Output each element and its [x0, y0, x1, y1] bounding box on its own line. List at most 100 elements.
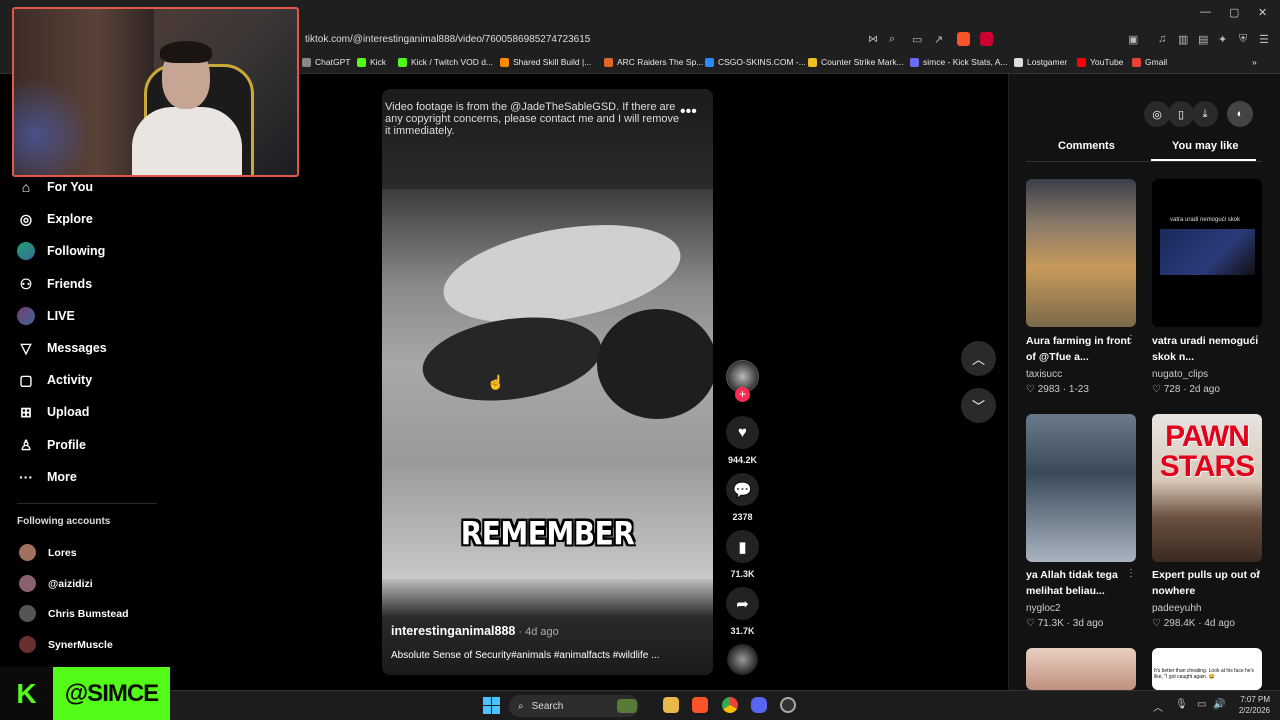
cast-icon[interactable]: ▭ [912, 33, 922, 46]
video-description[interactable]: Absolute Sense of Security#animals #anim… [391, 650, 659, 661]
video-author[interactable]: interestinganimal888 · 4d ago [391, 624, 559, 638]
bookmark-arc-raiders[interactable]: ARC Raiders The Sp... [604, 57, 703, 67]
following-account[interactable]: Lores [19, 544, 77, 561]
video-more-icon[interactable]: ••• [680, 103, 697, 121]
wallet-2-icon[interactable]: ▤ [1198, 33, 1208, 46]
obs-icon[interactable] [780, 697, 796, 713]
maximize-icon[interactable]: ▢ [1229, 6, 1239, 19]
bookmark-counter-strike[interactable]: Counter Strike Mark... [808, 57, 904, 67]
following-account[interactable]: SynerMuscle [19, 636, 113, 653]
bookmark-skill-build[interactable]: Shared Skill Build |... [500, 57, 591, 67]
card-title[interactable]: Aura farming in front of @Tfue a... [1026, 333, 1136, 365]
tab-you-may-like[interactable]: You may like [1172, 140, 1238, 152]
tray-overflow-icon[interactable]: ︿ [1153, 699, 1163, 714]
system-clock[interactable]: 7:07 PM 2/2/2026 [1239, 694, 1270, 716]
file-explorer-icon[interactable] [663, 697, 679, 713]
sidebar-item-explore[interactable]: ◎ Explore [17, 210, 93, 228]
tab-comments[interactable]: Comments [1058, 140, 1115, 152]
messages-icon: ▽ [20, 339, 32, 356]
sidebar-item-for-you[interactable]: ⌂ For You [17, 178, 93, 196]
webcam-light [14, 69, 84, 175]
close-icon[interactable]: ✕ [1258, 6, 1267, 19]
download-icon[interactable]: ⤓ [1192, 101, 1218, 127]
next-video-button[interactable]: ﹀ [961, 388, 996, 423]
bookmark-lostgamer[interactable]: Lostgamer [1014, 57, 1067, 67]
wallet-icon[interactable]: ▣ [1128, 33, 1138, 46]
webcam-overlay [12, 7, 299, 177]
brave-shield-icon[interactable] [957, 32, 970, 46]
translate-icon[interactable]: ⋈ [868, 34, 878, 45]
sidebar-item-following[interactable]: Following [17, 242, 105, 260]
compass-tool-icon[interactable]: ◎ [1144, 101, 1170, 127]
bookmark-chatgpt[interactable]: ChatGPT [302, 57, 350, 67]
bookmark-simce-kick-stats[interactable]: simce - Kick Stats, A... [910, 57, 1008, 67]
following-account[interactable]: @aizidizi [19, 575, 93, 592]
brave-browser-icon[interactable] [692, 697, 708, 713]
sidebar-item-more[interactable]: ··· More [17, 468, 77, 486]
video-thumbnail[interactable] [1026, 414, 1136, 562]
like-count: 944.2K [727, 455, 758, 465]
windows-start-icon[interactable] [483, 697, 500, 714]
card-user[interactable]: nygloc2 [1026, 603, 1060, 614]
microphone-icon[interactable]: 🎙 [1175, 699, 1188, 710]
card-more-icon[interactable]: ⋮ [1126, 334, 1136, 345]
card-user[interactable]: padeeyuhh [1152, 603, 1202, 614]
card-more-icon[interactable]: ⋮ [1126, 568, 1136, 579]
sidebar-item-upload[interactable]: ⊞ Upload [17, 403, 89, 421]
brave-rewards-icon[interactable] [980, 32, 993, 46]
card-title[interactable]: Expert pulls up out of nowhere [1152, 567, 1262, 599]
like-action[interactable]: ♥ 944.2K [726, 416, 759, 465]
video-player[interactable]: Video footage is from the @JadeTheSableG… [382, 89, 713, 675]
network-icon[interactable]: ▭ [1197, 699, 1206, 710]
bookmark-gmail[interactable]: Gmail [1132, 57, 1167, 67]
url-text[interactable]: tiktok.com/@interestinganimal888/video/7… [305, 34, 590, 45]
share-action[interactable]: ➦ 31.7K [726, 587, 759, 636]
sidebar-item-friends[interactable]: ⚇ Friends [17, 275, 92, 293]
card-more-icon[interactable]: ⋮ [1252, 568, 1262, 579]
discord-icon[interactable] [751, 697, 767, 713]
video-thumbnail[interactable]: It's better than cheating. Look at his f… [1152, 648, 1262, 690]
comment-icon[interactable]: 💬 [726, 473, 759, 506]
vpn-icon[interactable]: ⛨ [1239, 33, 1247, 46]
save-action[interactable]: ▮ 71.3K [726, 530, 759, 579]
video-thumbnail[interactable]: PAWN STARS [1152, 414, 1262, 562]
share-arrow-icon[interactable]: ➦ [726, 587, 759, 620]
user-avatar[interactable]: ◐ [1227, 101, 1253, 127]
heart-icon[interactable]: ♥ [726, 416, 759, 449]
sidebar-item-activity[interactable]: ▢ Activity [17, 371, 92, 389]
card-more-icon[interactable]: ⋮ [1252, 334, 1262, 345]
sidebar-item-messages[interactable]: ▽ Messages [17, 339, 107, 357]
zoom-icon[interactable]: ⌕ [889, 33, 895, 46]
sidebar-item-profile[interactable]: ♙ Profile [17, 436, 86, 454]
bookmark-youtube[interactable]: YouTube [1077, 57, 1123, 67]
share-icon[interactable]: ↗ [934, 33, 943, 46]
phone-tool-icon[interactable]: ▯ [1168, 101, 1194, 127]
menu-icon[interactable]: ☰ [1259, 33, 1269, 46]
minimize-icon[interactable]: — [1200, 6, 1211, 18]
bookmark-csgo-skins[interactable]: CSGO-SKINS.COM -... [705, 57, 806, 67]
music-disc-icon[interactable] [727, 644, 758, 675]
extensions-icon[interactable]: ✦ [1218, 33, 1227, 46]
volume-icon[interactable]: 🔊 [1213, 699, 1225, 710]
taskbar-search[interactable]: ⌕ Search [509, 695, 639, 717]
sidebar-item-live[interactable]: LIVE [17, 307, 75, 325]
comment-action[interactable]: 💬 2378 [726, 473, 759, 522]
bookmark-icon[interactable]: ▮ [726, 530, 759, 563]
card-user[interactable]: taxisucc [1026, 369, 1062, 380]
bookmarks-overflow-icon[interactable]: » [1252, 57, 1257, 67]
bookmark-kick[interactable]: Kick [357, 57, 386, 67]
media-icon[interactable]: ♫ [1158, 33, 1166, 45]
video-thumbnail[interactable] [1026, 648, 1136, 690]
card-title[interactable]: vatra uradi nemogući skok n... [1152, 333, 1262, 365]
video-thumbnail[interactable] [1026, 179, 1136, 327]
chrome-icon[interactable] [722, 697, 738, 713]
following-account[interactable]: Chris Bumstead [19, 605, 129, 622]
video-thumbnail[interactable]: vatra uradi nemogući skok [1152, 179, 1262, 327]
previous-video-button[interactable]: ︿ [961, 341, 996, 376]
sidebar-toggle-icon[interactable]: ▥ [1178, 33, 1188, 46]
author-name[interactable]: interestinganimal888 [391, 624, 515, 638]
card-title[interactable]: ya Allah tidak tega melihat beliau... [1026, 567, 1136, 599]
bookmark-kick-twitch-vod[interactable]: Kick / Twitch VOD d... [398, 57, 493, 67]
follow-plus-icon[interactable]: + [735, 387, 750, 402]
card-user[interactable]: nugato_clips [1152, 369, 1208, 380]
